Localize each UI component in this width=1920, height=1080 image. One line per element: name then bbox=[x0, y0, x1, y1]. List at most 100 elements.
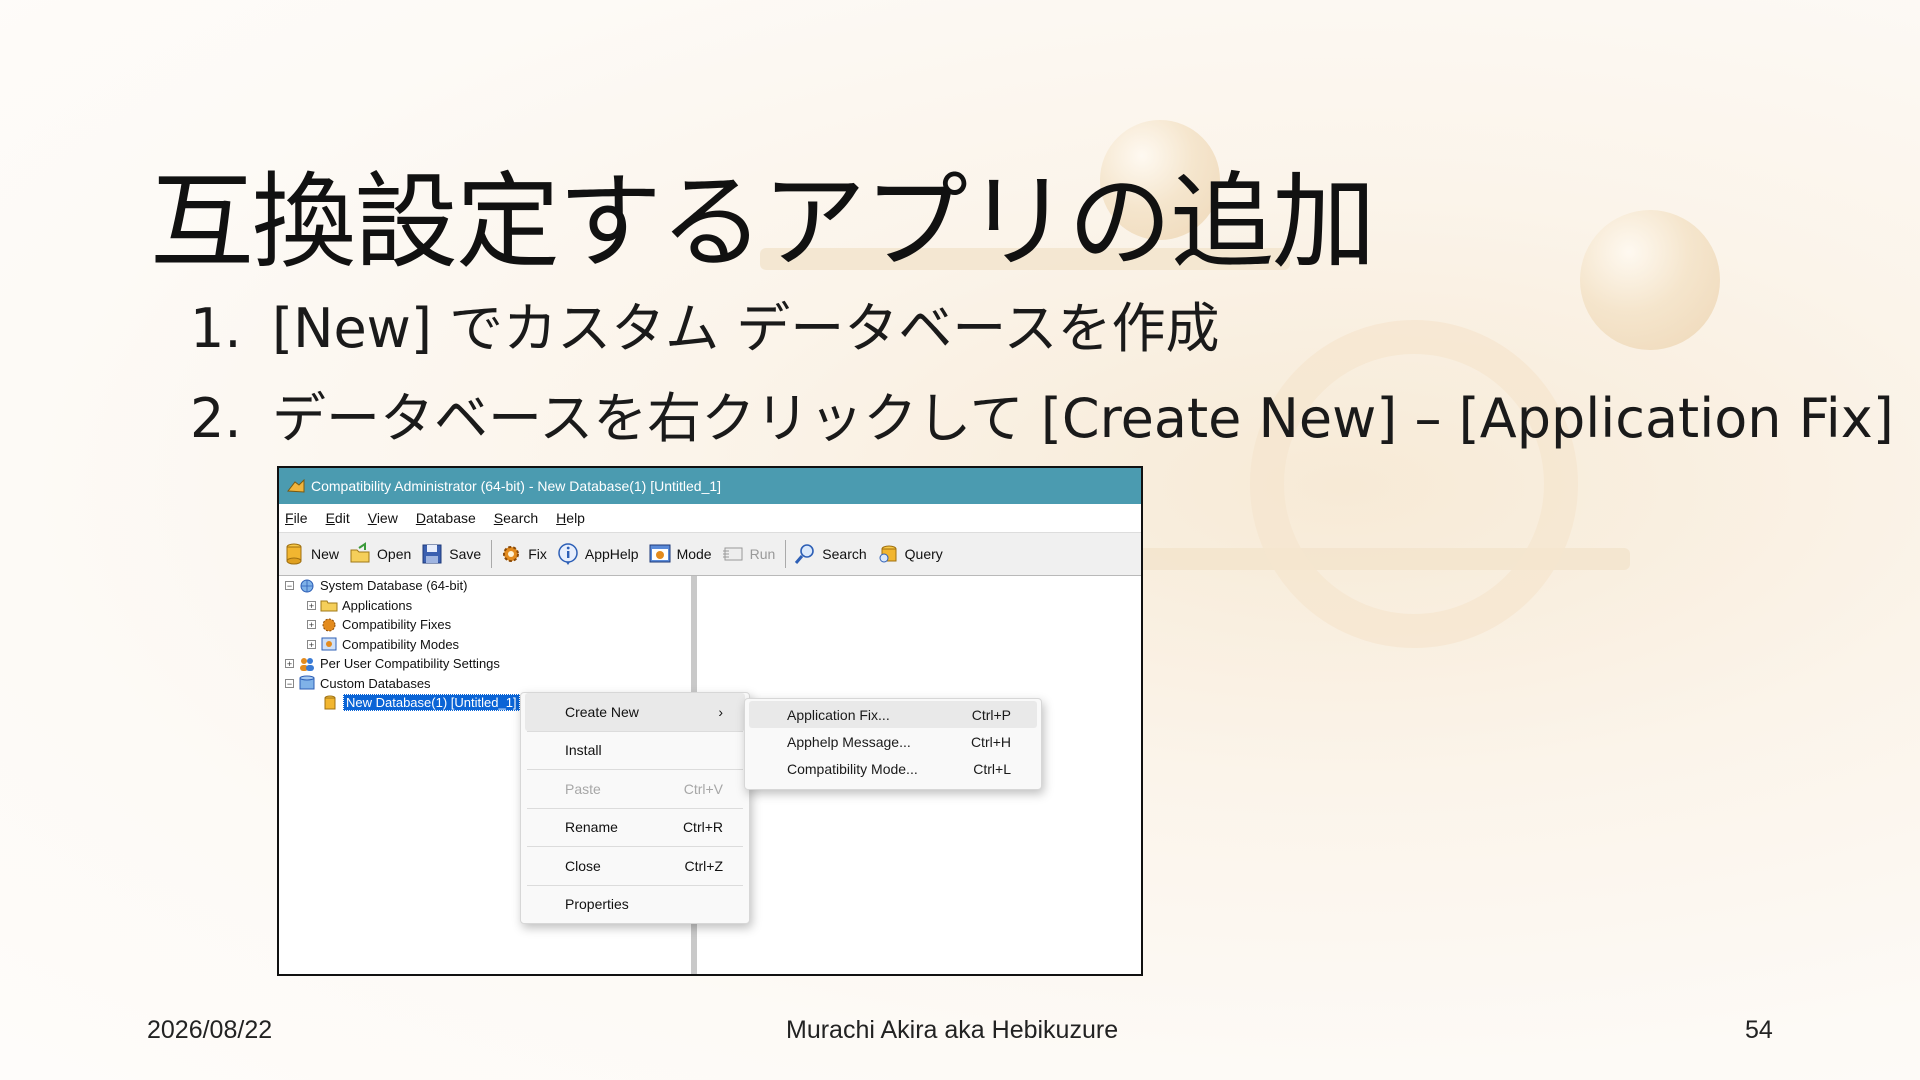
tree-node-label: New Database(1) [Untitled_1] bbox=[343, 694, 520, 712]
tree-node-label: Applications bbox=[342, 597, 413, 613]
tree-node-per-user-settings[interactable]: + Per User Compatibility Settings bbox=[285, 654, 520, 674]
fix-gear-icon bbox=[503, 546, 520, 562]
menu-item-close[interactable]: Close Ctrl+Z bbox=[521, 847, 749, 885]
tree-node-system-database[interactable]: − System Database (64-bit) bbox=[285, 576, 520, 596]
menu-item-rename[interactable]: Rename Ctrl+R bbox=[521, 809, 749, 847]
database-icon bbox=[324, 695, 336, 710]
step-item: 1. [New] でカスタム データベースを作成 bbox=[190, 290, 1894, 380]
mode-icon bbox=[649, 544, 671, 563]
open-button[interactable]: Open bbox=[349, 542, 411, 566]
database-icon bbox=[286, 543, 302, 565]
apphelp-button-label: AppHelp bbox=[584, 546, 639, 562]
menu-item-properties[interactable]: Properties bbox=[521, 886, 749, 924]
run-icon bbox=[722, 547, 743, 561]
custom-databases-icon bbox=[299, 675, 315, 690]
open-folder-icon bbox=[350, 542, 370, 563]
menu-item-label: Install bbox=[565, 742, 602, 759]
search-button-label: Search bbox=[822, 546, 867, 562]
expand-icon[interactable]: + bbox=[307, 639, 316, 649]
footer-date: 2026/08/22 bbox=[147, 1016, 273, 1044]
expand-icon[interactable]: + bbox=[307, 620, 316, 630]
menu-search[interactable]: Search bbox=[494, 510, 538, 526]
step-number: 2. bbox=[190, 387, 242, 450]
modes-icon bbox=[321, 637, 337, 651]
tree-node-label: Custom Databases bbox=[320, 675, 431, 691]
save-icon bbox=[422, 544, 442, 564]
menu-item-label: Paste bbox=[565, 780, 601, 797]
search-button[interactable]: Search bbox=[794, 542, 867, 566]
tree-node-compatibility-fixes[interactable]: + Compatibility Fixes bbox=[285, 615, 520, 635]
save-button[interactable]: Save bbox=[421, 542, 481, 566]
mode-button-label: Mode bbox=[676, 546, 712, 562]
database-tree: − System Database (64-bit) + Application… bbox=[285, 576, 520, 713]
step-text: データベースを右クリックして [Create New] – [Applicati… bbox=[272, 387, 1894, 450]
menu-item-shortcut: Ctrl+R bbox=[682, 819, 723, 836]
step-item: 2. データベースを右クリックして [Create New] – [Applica… bbox=[190, 380, 1894, 470]
menu-item-label: Compatibility Mode... bbox=[787, 760, 918, 777]
chevron-right-icon: › bbox=[718, 703, 723, 720]
query-button-label: Query bbox=[904, 546, 943, 562]
collapse-icon[interactable]: − bbox=[285, 678, 294, 688]
tree-node-new-database[interactable]: New Database(1) [Untitled_1] bbox=[285, 693, 520, 713]
submenu-item-application-fix[interactable]: Application Fix... Ctrl+P bbox=[749, 701, 1037, 728]
search-icon bbox=[795, 544, 815, 564]
menu-database[interactable]: Database bbox=[416, 510, 476, 526]
tree-node-applications[interactable]: + Applications bbox=[285, 596, 520, 616]
toolbar-separator bbox=[491, 540, 493, 568]
globe-database-icon bbox=[300, 579, 314, 593]
menu-item-shortcut: Ctrl+H bbox=[970, 733, 1011, 750]
mode-button[interactable]: Mode bbox=[649, 542, 712, 566]
menu-item-label: Apphelp Message... bbox=[787, 733, 911, 750]
menu-item-install[interactable]: Install bbox=[521, 732, 749, 770]
open-button-label: Open bbox=[377, 546, 412, 562]
menu-item-shortcut: Ctrl+P bbox=[971, 706, 1011, 723]
expand-icon[interactable]: + bbox=[307, 600, 316, 610]
new-button[interactable]: New bbox=[283, 542, 339, 566]
tree-node-label: System Database (64-bit) bbox=[320, 578, 468, 594]
submenu-item-apphelp-message[interactable]: Apphelp Message... Ctrl+H bbox=[745, 728, 1041, 755]
submenu-item-compatibility-mode[interactable]: Compatibility Mode... Ctrl+L bbox=[745, 755, 1041, 782]
slide-title: 互換設定するアプリの追加 bbox=[150, 160, 1376, 283]
step-number: 1. bbox=[190, 297, 242, 360]
toolbar: New Open Save Fix AppHelp Mode Run Searc… bbox=[279, 533, 1141, 576]
menu-edit[interactable]: Edit bbox=[326, 510, 350, 526]
menu-view[interactable]: View bbox=[368, 510, 398, 526]
tree-node-label: Per User Compatibility Settings bbox=[320, 656, 500, 672]
tree-node-label: Compatibility Fixes bbox=[342, 617, 452, 633]
app-icon bbox=[287, 479, 305, 493]
query-button[interactable]: Query bbox=[877, 542, 943, 566]
applications-icon bbox=[320, 600, 338, 612]
users-icon bbox=[300, 657, 314, 671]
menu-file[interactable]: File bbox=[285, 510, 308, 526]
collapse-icon[interactable]: − bbox=[285, 581, 294, 591]
footer-page-number: 54 bbox=[1745, 1016, 1773, 1044]
step-list: 1. [New] でカスタム データベースを作成 2. データベースを右クリックして… bbox=[190, 290, 1894, 470]
menu-item-label: Close bbox=[565, 857, 601, 874]
new-button-label: New bbox=[311, 546, 340, 562]
run-button[interactable]: Run bbox=[722, 542, 776, 566]
save-button-label: Save bbox=[449, 546, 482, 562]
menu-item-shortcut: Ctrl+L bbox=[973, 760, 1011, 777]
tree-node-compatibility-modes[interactable]: + Compatibility Modes bbox=[285, 635, 520, 655]
footer-author: Murachi Akira aka Hebikuzure bbox=[786, 1016, 1119, 1044]
menu-bar: File Edit View Database Search Help bbox=[279, 504, 1141, 533]
info-icon bbox=[558, 543, 578, 565]
menu-item-label: Rename bbox=[565, 819, 618, 836]
create-new-submenu: Application Fix... Ctrl+P Apphelp Messag… bbox=[744, 698, 1042, 790]
expand-icon[interactable]: + bbox=[285, 659, 294, 669]
fix-button[interactable]: Fix bbox=[500, 542, 547, 566]
menu-item-label: Create New bbox=[565, 703, 639, 720]
menu-help[interactable]: Help bbox=[556, 510, 585, 526]
tree-node-custom-databases[interactable]: − Custom Databases bbox=[285, 674, 520, 694]
context-menu: Create New › Install Paste Ctrl+V Rename… bbox=[520, 692, 750, 924]
menu-item-shortcut: Ctrl+V bbox=[683, 780, 723, 797]
menu-item-label: Application Fix... bbox=[787, 706, 890, 723]
window-title: Compatibility Administrator (64-bit) - N… bbox=[311, 478, 722, 494]
fix-button-label: Fix bbox=[528, 546, 547, 562]
tree-node-label: Compatibility Modes bbox=[342, 636, 460, 652]
toolbar-separator bbox=[785, 540, 787, 568]
apphelp-button[interactable]: AppHelp bbox=[557, 542, 639, 566]
menu-item-paste[interactable]: Paste Ctrl+V bbox=[521, 770, 749, 808]
run-button-label: Run bbox=[749, 546, 776, 562]
menu-item-create-new[interactable]: Create New › bbox=[525, 693, 745, 731]
